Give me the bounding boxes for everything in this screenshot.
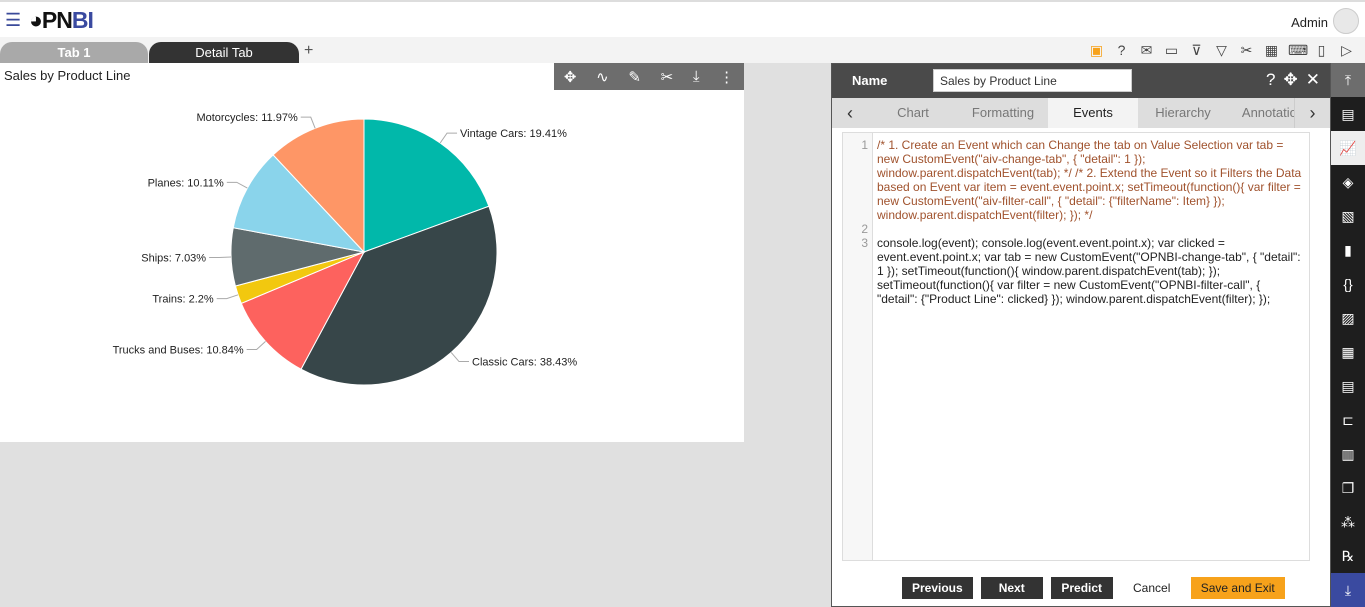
top-bar: ☰ ◕PNBI Admin <box>0 0 1365 37</box>
help-icon[interactable]: ? <box>1113 42 1130 59</box>
tab-1[interactable]: Tab 1 <box>0 42 148 63</box>
avatar[interactable] <box>1333 8 1359 34</box>
predict-button[interactable]: Predict <box>1050 577 1113 599</box>
close-icon[interactable]: ✕ <box>1306 70 1320 90</box>
next-button[interactable]: Next <box>980 577 1043 599</box>
name-label: Name <box>852 73 888 88</box>
save-icon[interactable]: ▣ <box>1088 42 1105 59</box>
devices-icon[interactable]: ▯ <box>1313 42 1330 59</box>
add-tab-icon[interactable]: + <box>304 42 313 60</box>
code-editor[interactable]: 1 2 3 /* 1. Create an Event which can Ch… <box>842 132 1310 561</box>
play-icon[interactable]: ▷ <box>1338 42 1355 59</box>
code-line: console.log(event); console.log(event.ev… <box>877 236 1301 306</box>
label-connector <box>439 132 458 144</box>
tools-icon[interactable]: ✂ <box>1238 42 1255 59</box>
right-sidebar: ⤒ ▤ 📈 ◈ ▧ ▮ {} ▨ ▦ ▤ ⊏ ▥ ❐ ⁂ ℞ ⤓ <box>1331 63 1365 607</box>
dashboard-toolbar: ▣ ? ✉ ▭ ⊽ ▽ ✂ ▦ ⌨ ▯ ▷ <box>1088 42 1355 59</box>
label-connector <box>246 341 266 350</box>
tab-detail[interactable]: Detail Tab <box>149 42 299 63</box>
code-icon[interactable]: {} <box>1331 267 1365 301</box>
chevron-left-icon[interactable]: ‹ <box>832 98 868 128</box>
copy-icon[interactable]: ❐ <box>1331 471 1365 505</box>
chevron-right-icon[interactable]: › <box>1294 98 1330 128</box>
table-icon[interactable]: ▦ <box>1263 42 1280 59</box>
pie-chart: Vintage Cars: 19.41% Classic Cars: 38.43%… <box>113 112 577 386</box>
previous-button[interactable]: Previous <box>902 577 973 599</box>
user-name[interactable]: Admin <box>1291 15 1328 30</box>
code-comment: /* 1. Create an Event which can Change t… <box>877 138 1302 222</box>
move-icon[interactable]: ✥ <box>1284 70 1298 90</box>
line-number: 2 <box>861 222 868 236</box>
cubes-icon[interactable]: ⁂ <box>1331 505 1365 539</box>
label-connector <box>226 181 248 189</box>
bar-chart-icon[interactable]: ▥ <box>1331 437 1365 471</box>
report-icon[interactable]: ▧ <box>1331 199 1365 233</box>
cancel-button[interactable]: Cancel <box>1120 577 1183 599</box>
hierarchy-icon[interactable]: ⊏ <box>1331 403 1365 437</box>
chart-panel: Sales by Product Line ✥ ∿ ✎ ✂ ⤓ ⋮ Vintag… <box>0 63 744 442</box>
comment-icon[interactable]: ▭ <box>1163 42 1180 59</box>
tab-formatting[interactable]: Formatting <box>958 98 1048 128</box>
data-label: Vintage Cars: 19.41% <box>460 128 567 140</box>
mail-icon[interactable]: ✉ <box>1138 42 1155 59</box>
embed-icon[interactable]: ⌨ <box>1288 42 1308 59</box>
table-icon[interactable]: ▦ <box>1331 335 1365 369</box>
line-number: 1 <box>861 138 868 152</box>
data-label: Planes: 10.11% <box>148 177 224 189</box>
document-icon[interactable]: ▮ <box>1331 233 1365 267</box>
properties-editor: Name ? ✥ ✕ ‹ Chart Formatting Events Hiera… <box>831 63 1331 607</box>
data-label: Trucks and Buses: 10.84% <box>113 344 244 356</box>
collapse-up-icon[interactable]: ⤒ <box>1331 63 1365 97</box>
help-icon[interactable]: ? <box>1266 70 1275 90</box>
data-label: Trains: 2.2% <box>152 294 214 306</box>
data-label: Ships: 7.03% <box>141 252 206 264</box>
editor-tabs: ‹ Chart Formatting Events Hierarchy Anno… <box>832 98 1330 128</box>
rx-icon[interactable]: ℞ <box>1331 539 1365 573</box>
form-icon[interactable]: ▤ <box>1331 369 1365 403</box>
image-icon[interactable]: ▨ <box>1331 301 1365 335</box>
logo: ◕PNBI <box>29 7 94 33</box>
line-number: 3 <box>861 236 868 250</box>
label-connector <box>216 294 239 300</box>
save-exit-button[interactable]: Save and Exit <box>1190 577 1285 599</box>
name-input[interactable] <box>933 69 1132 92</box>
clear-filter-icon[interactable]: ⊽ <box>1188 42 1205 59</box>
label-connector <box>450 352 470 363</box>
chart-icon[interactable]: 📈 <box>1331 131 1365 165</box>
data-label: Motorcycles: 11.97% <box>196 112 298 124</box>
map-icon[interactable]: ◈ <box>1331 165 1365 199</box>
panel-icon[interactable]: ▤ <box>1331 97 1365 131</box>
tab-events[interactable]: Events <box>1048 98 1138 128</box>
menu-icon[interactable]: ☰ <box>5 11 22 29</box>
filter-icon[interactable]: ▽ <box>1213 42 1230 59</box>
tab-chart[interactable]: Chart <box>868 98 958 128</box>
data-label: Classic Cars: 38.43% <box>472 357 577 369</box>
label-connector <box>300 116 316 129</box>
download-icon[interactable]: ⤓ <box>1331 573 1365 607</box>
tab-hierarchy[interactable]: Hierarchy <box>1138 98 1228 128</box>
